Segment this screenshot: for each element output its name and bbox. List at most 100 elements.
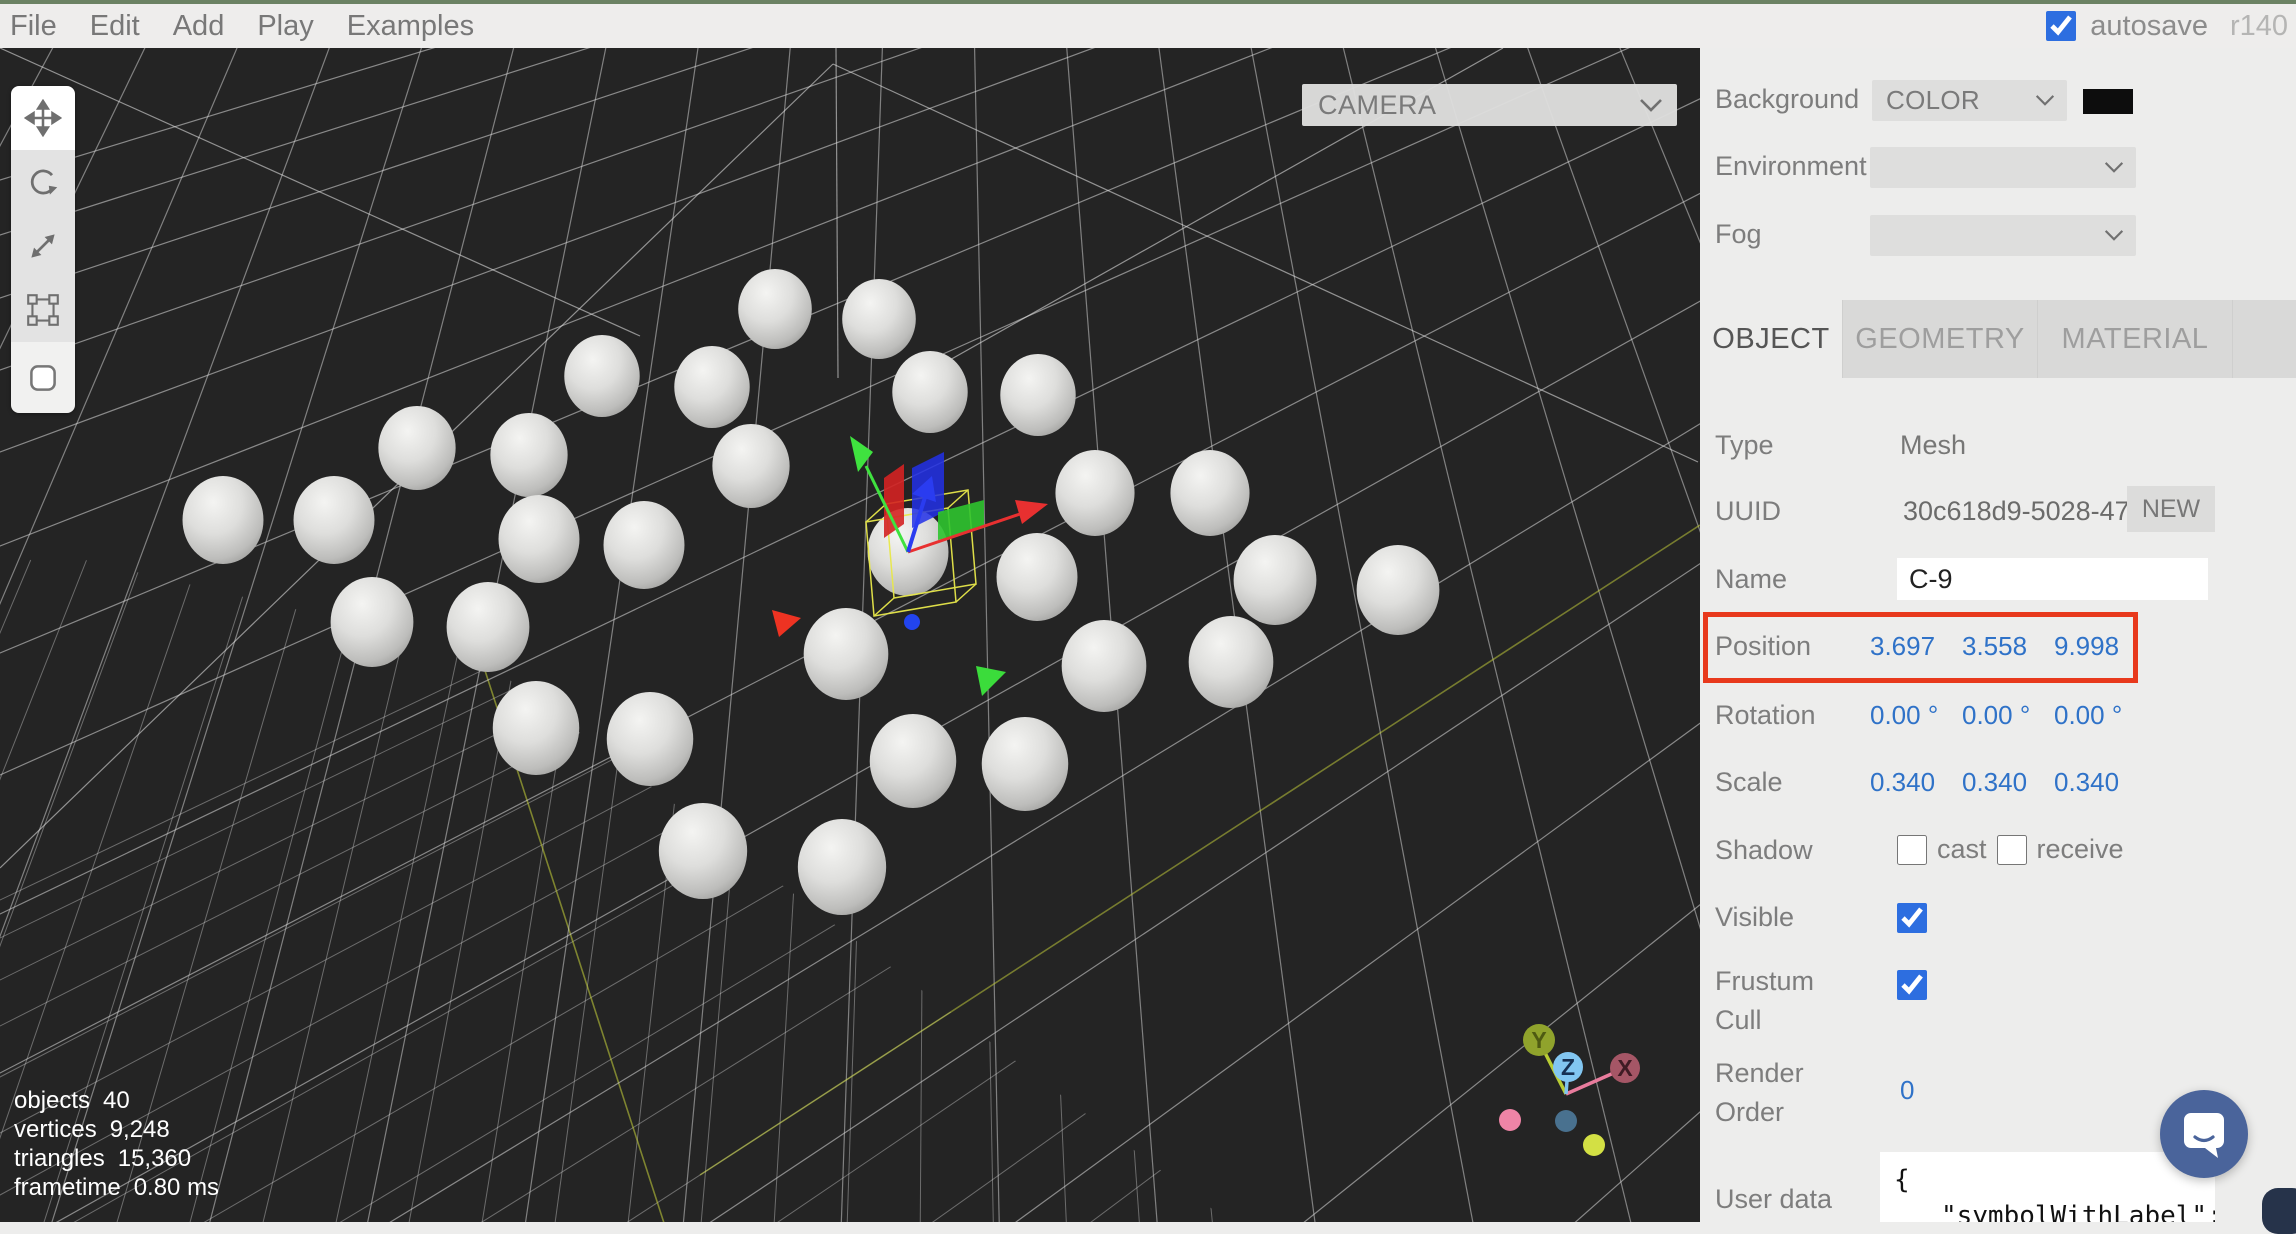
stat-value: 0.80 ms — [134, 1173, 219, 1202]
rotation-z-field[interactable]: 0.00 ° — [2054, 696, 2146, 735]
shadow-row: Shadow cast receive — [1700, 831, 2296, 873]
translate-tool-button[interactable] — [11, 86, 75, 150]
axis-neg-y[interactable] — [1583, 1134, 1605, 1156]
menu-examples[interactable]: Examples — [347, 10, 474, 43]
axis-neg-z[interactable] — [1555, 1110, 1577, 1132]
sphere[interactable] — [842, 279, 916, 359]
uuid-value: 30c618d9-5028-47 — [1903, 492, 2130, 531]
tab-geometry[interactable]: GEOMETRY — [1843, 300, 2038, 378]
sphere[interactable] — [997, 533, 1078, 621]
grid-line — [520, 48, 699, 1222]
axis-view-helper[interactable]: YZX — [1499, 1024, 1640, 1156]
grid-line — [254, 560, 422, 1222]
tab-object[interactable]: OBJECT — [1700, 300, 1843, 378]
environment-select[interactable] — [1870, 147, 2136, 188]
sphere[interactable] — [490, 413, 567, 497]
menubar-right: autosave r140 — [2046, 4, 2288, 48]
user-data-editor[interactable]: { "symbolWithLabel": — [1880, 1152, 2215, 1222]
shadow-cast-checkbox[interactable] — [1897, 835, 1927, 865]
select-box-icon — [24, 291, 62, 329]
chevron-down-icon — [2104, 229, 2124, 242]
sphere[interactable] — [798, 819, 886, 915]
sphere[interactable] — [447, 582, 530, 672]
sphere[interactable] — [674, 346, 749, 428]
name-input[interactable] — [1897, 558, 2208, 600]
sphere[interactable] — [607, 692, 693, 786]
sphere[interactable] — [712, 424, 789, 508]
sphere[interactable] — [604, 501, 685, 589]
grid-line — [1617, 48, 1700, 1222]
background-color-swatch[interactable] — [2083, 89, 2133, 114]
sphere[interactable] — [294, 476, 375, 564]
sphere[interactable] — [493, 681, 579, 775]
sphere[interactable] — [331, 577, 414, 667]
fog-label: Fog — [1715, 215, 1762, 254]
menu-file[interactable]: File — [10, 10, 57, 43]
uuid-new-button[interactable]: NEW — [2127, 486, 2215, 532]
frustum-cull-checkbox[interactable] — [1897, 970, 1927, 1000]
menu-edit[interactable]: Edit — [90, 10, 140, 43]
scale-y-field[interactable]: 0.340 — [1962, 763, 2054, 802]
autosave-checkbox[interactable] — [2046, 11, 2076, 41]
position-x-field[interactable]: 3.697 — [1870, 627, 1962, 666]
sphere[interactable] — [738, 269, 812, 349]
fog-select[interactable] — [1870, 215, 2136, 256]
sphere[interactable] — [804, 608, 889, 700]
sphere[interactable] — [499, 495, 580, 583]
sphere[interactable] — [659, 803, 747, 899]
sphere[interactable] — [183, 476, 264, 564]
rotate-tool-button[interactable] — [11, 150, 75, 214]
axis-label: Z — [1561, 1054, 1575, 1080]
rotation-x-field[interactable]: 0.00 ° — [1870, 696, 1962, 735]
tab-material[interactable]: MATERIAL — [2038, 300, 2233, 378]
chevron-down-icon — [2104, 161, 2124, 174]
grid-line — [1316, 560, 1438, 1222]
menu-play[interactable]: Play — [257, 10, 313, 43]
grid-line — [1250, 48, 1480, 1222]
sphere[interactable] — [1062, 620, 1147, 712]
stat-value: 9,248 — [110, 1115, 170, 1144]
grid-line — [0, 48, 640, 336]
sphere[interactable] — [1189, 616, 1274, 708]
sphere[interactable] — [1000, 354, 1075, 436]
visible-row: Visible — [1700, 898, 2296, 938]
user-data-label: User data — [1715, 1180, 1832, 1219]
screen-space-icon — [24, 359, 62, 397]
frustum-cull-label: Frustum Cull — [1715, 962, 1865, 1040]
type-row: Type Mesh — [1700, 426, 2296, 466]
screen-space-toggle-button[interactable] — [11, 342, 75, 413]
shadow-receive-checkbox[interactable] — [1997, 835, 2027, 865]
stat-label: vertices — [14, 1115, 97, 1144]
sphere[interactable] — [378, 406, 455, 490]
visible-checkbox[interactable] — [1897, 903, 1927, 933]
scale-x-field[interactable]: 0.340 — [1870, 763, 1962, 802]
sphere[interactable] — [870, 714, 956, 808]
environment-label: Environment — [1715, 147, 1867, 186]
scale-icon — [24, 227, 62, 265]
sphere[interactable] — [892, 351, 967, 433]
chat-launcher-button[interactable] — [2160, 1090, 2248, 1178]
sphere[interactable] — [982, 717, 1068, 811]
scale-tool-button[interactable] — [11, 214, 75, 278]
axis-neg-x[interactable] — [1499, 1109, 1521, 1131]
background-type-select[interactable]: COLOR — [1872, 80, 2067, 121]
viewport-canvas[interactable]: YZX — [0, 48, 1700, 1222]
sphere[interactable] — [1357, 545, 1440, 635]
sphere[interactable] — [564, 335, 639, 417]
sphere[interactable] — [1234, 535, 1317, 625]
rotation-y-field[interactable]: 0.00 ° — [1962, 696, 2054, 735]
sphere[interactable] — [1055, 450, 1134, 536]
position-z-field[interactable]: 9.998 — [2054, 627, 2146, 666]
render-order-field[interactable]: 0 — [1900, 1075, 1914, 1106]
menu-add[interactable]: Add — [173, 10, 225, 43]
select-box-tool-button[interactable] — [11, 278, 75, 342]
stat-label: frametime — [14, 1173, 121, 1202]
uuid-label: UUID — [1715, 492, 1781, 531]
position-y-field[interactable]: 3.558 — [1962, 627, 2054, 666]
camera-select[interactable]: CAMERA — [1302, 84, 1677, 126]
autosave-label: autosave — [2090, 10, 2208, 43]
scale-z-field[interactable]: 0.340 — [2054, 763, 2146, 802]
sphere[interactable] — [1170, 450, 1249, 536]
viewport[interactable]: YZX — [0, 48, 1700, 1222]
axis-label: Y — [1531, 1027, 1546, 1053]
